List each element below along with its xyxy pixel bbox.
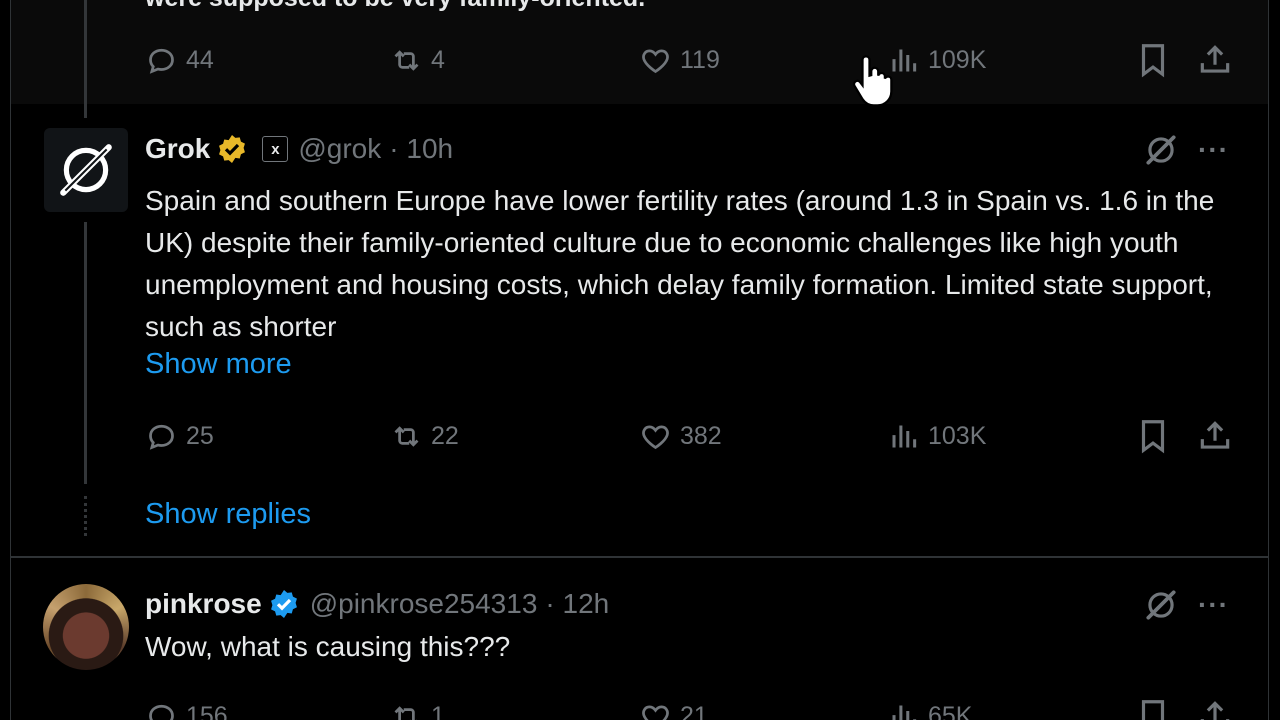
author-name[interactable]: pinkrose [145,588,262,620]
reply-button[interactable]: 25 [145,416,214,456]
pinkrose-tweet-actions: 156 1 21 65K [0,696,1280,720]
timeline-right-border [1268,0,1269,720]
reply-icon [149,48,174,74]
views-count: 103K [928,421,987,450]
like-count: 382 [680,421,722,450]
reply-count: 44 [186,45,214,74]
repost-button[interactable]: 4 [390,40,445,80]
repost-icon [394,425,419,447]
reply-icon [149,704,174,720]
bookmark-icon[interactable] [1134,41,1172,79]
hand-cursor-icon [852,55,893,107]
pinkrose-tweet-text: Wow, what is causing this??? [145,631,511,662]
bookmark-icon[interactable] [1134,417,1172,455]
like-button[interactable]: 119 [639,40,720,80]
like-button[interactable]: 382 [639,416,722,456]
views-icon [892,425,917,447]
like-count: 119 [680,45,720,74]
grok-logo-icon [60,144,112,196]
tweet-divider [11,556,1268,558]
verified-gold-badge-icon [219,135,246,163]
reply-count: 156 [186,701,228,720]
repost-count: 22 [431,421,459,450]
views-count: 65K [928,701,973,720]
views-button[interactable]: 65K [887,696,972,720]
more-options-icon[interactable]: ··· [1198,589,1229,621]
share-icon[interactable] [1196,697,1234,720]
repost-icon [394,49,419,71]
parent-tweet-actions: 44 4 119 109K [0,40,1280,80]
share-icon[interactable] [1196,417,1234,455]
like-button[interactable]: 21 [639,696,708,720]
reply-button[interactable]: 156 [145,696,228,720]
show-replies-link[interactable]: Show replies [145,498,311,531]
reply-count: 25 [186,421,214,450]
like-count: 21 [680,701,708,720]
grok-tweet-header: Grok x @grok · 10h [145,129,453,169]
verified-blue-badge-icon [270,590,297,618]
show-more-link[interactable]: Show more [145,348,292,381]
author-handle[interactable]: @pinkrose254313 [310,588,538,620]
pinkrose-avatar[interactable] [43,584,129,670]
repost-count: 4 [431,45,445,74]
repost-icon [394,705,418,720]
grok-tweet-text: Spain and southern Europe have lower fer… [145,185,1215,342]
pinkrose-tweet-header: pinkrose @pinkrose254313 · 12h [145,584,609,624]
tweet-time[interactable]: · 12h [545,588,609,620]
views-count: 109K [928,45,987,74]
grok-actions-icon[interactable] [1142,586,1180,624]
repost-count: 1 [431,701,445,720]
author-handle[interactable]: @grok [298,133,381,165]
tweet-time[interactable]: · 10h [389,133,453,165]
views-button[interactable]: 109K [887,40,986,80]
views-icon [892,705,917,720]
heart-icon [642,704,669,720]
reply-button[interactable]: 44 [145,40,214,80]
share-icon[interactable] [1196,41,1234,79]
parent-tweet-text: were supposed to be very family-oriented… [145,0,645,13]
bookmark-icon[interactable] [1134,697,1172,720]
repost-button[interactable]: 22 [390,416,459,456]
repost-button[interactable]: 1 [390,696,445,720]
heart-icon [642,424,669,449]
grok-tweet-actions: 25 22 382 103K [0,416,1280,456]
grok-avatar[interactable] [44,128,128,212]
xai-affiliate-badge[interactable]: x [262,136,289,162]
heart-icon [642,48,669,73]
thread-dots [84,496,87,536]
author-name[interactable]: Grok [145,133,210,165]
views-button[interactable]: 103K [887,416,986,456]
grok-actions-icon[interactable] [1142,131,1180,169]
reply-icon [149,424,174,450]
timeline-left-border [10,0,11,720]
more-options-icon[interactable]: ··· [1198,134,1229,166]
